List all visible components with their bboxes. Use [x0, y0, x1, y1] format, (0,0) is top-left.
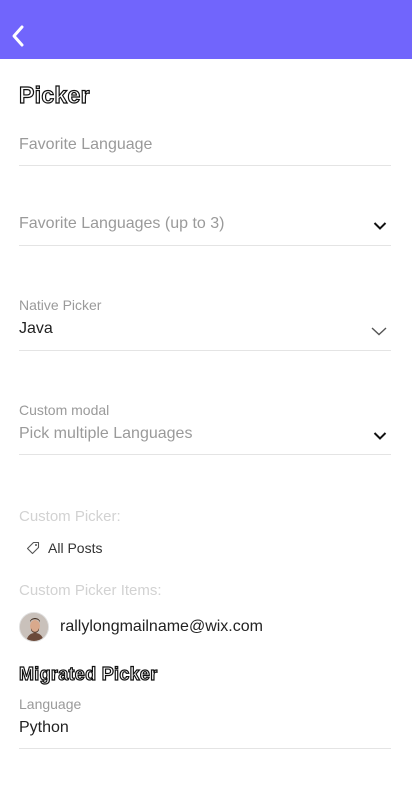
top-navigation-bar: [0, 0, 412, 59]
avatar: [19, 612, 49, 642]
native-picker-label: Native Picker: [19, 297, 102, 313]
chevron-down-icon: [373, 432, 387, 440]
tag-icon: [26, 541, 40, 555]
chevron-left-icon[interactable]: [8, 22, 30, 50]
favorite-languages-picker[interactable]: Favorite Languages (up to 3): [19, 215, 391, 246]
native-picker-value: Java: [19, 320, 53, 337]
chevron-down-icon: [371, 327, 387, 336]
migrated-picker-section-title: Migrated Picker: [18, 663, 158, 684]
favorite-language-placeholder: Favorite Language: [19, 136, 153, 153]
picker-section-title: Picker: [18, 81, 90, 108]
user-email: rallylongmailname@wix.com: [60, 618, 263, 635]
language-label: Language: [19, 696, 82, 712]
custom-picker-item-user[interactable]: rallylongmailname@wix.com: [19, 612, 263, 642]
custom-modal-field[interactable]: Custom modal Pick multiple Languages: [19, 402, 391, 455]
native-picker-field[interactable]: Native Picker Java: [19, 297, 391, 351]
favorite-language-field[interactable]: Favorite Language: [19, 136, 391, 166]
tag-label: All Posts: [48, 540, 103, 556]
custom-picker-tag[interactable]: All Posts: [26, 538, 102, 558]
custom-modal-label: Custom modal: [19, 402, 110, 418]
favorite-languages-placeholder: Favorite Languages (up to 3): [19, 215, 225, 232]
custom-picker-items-label: Custom Picker Items:: [19, 582, 162, 599]
chevron-down-icon: [373, 222, 387, 230]
custom-modal-placeholder: Pick multiple Languages: [19, 425, 193, 442]
custom-picker-label: Custom Picker:: [19, 508, 121, 525]
language-value: Python: [19, 719, 69, 736]
language-picker-field[interactable]: Language Python: [19, 696, 391, 749]
